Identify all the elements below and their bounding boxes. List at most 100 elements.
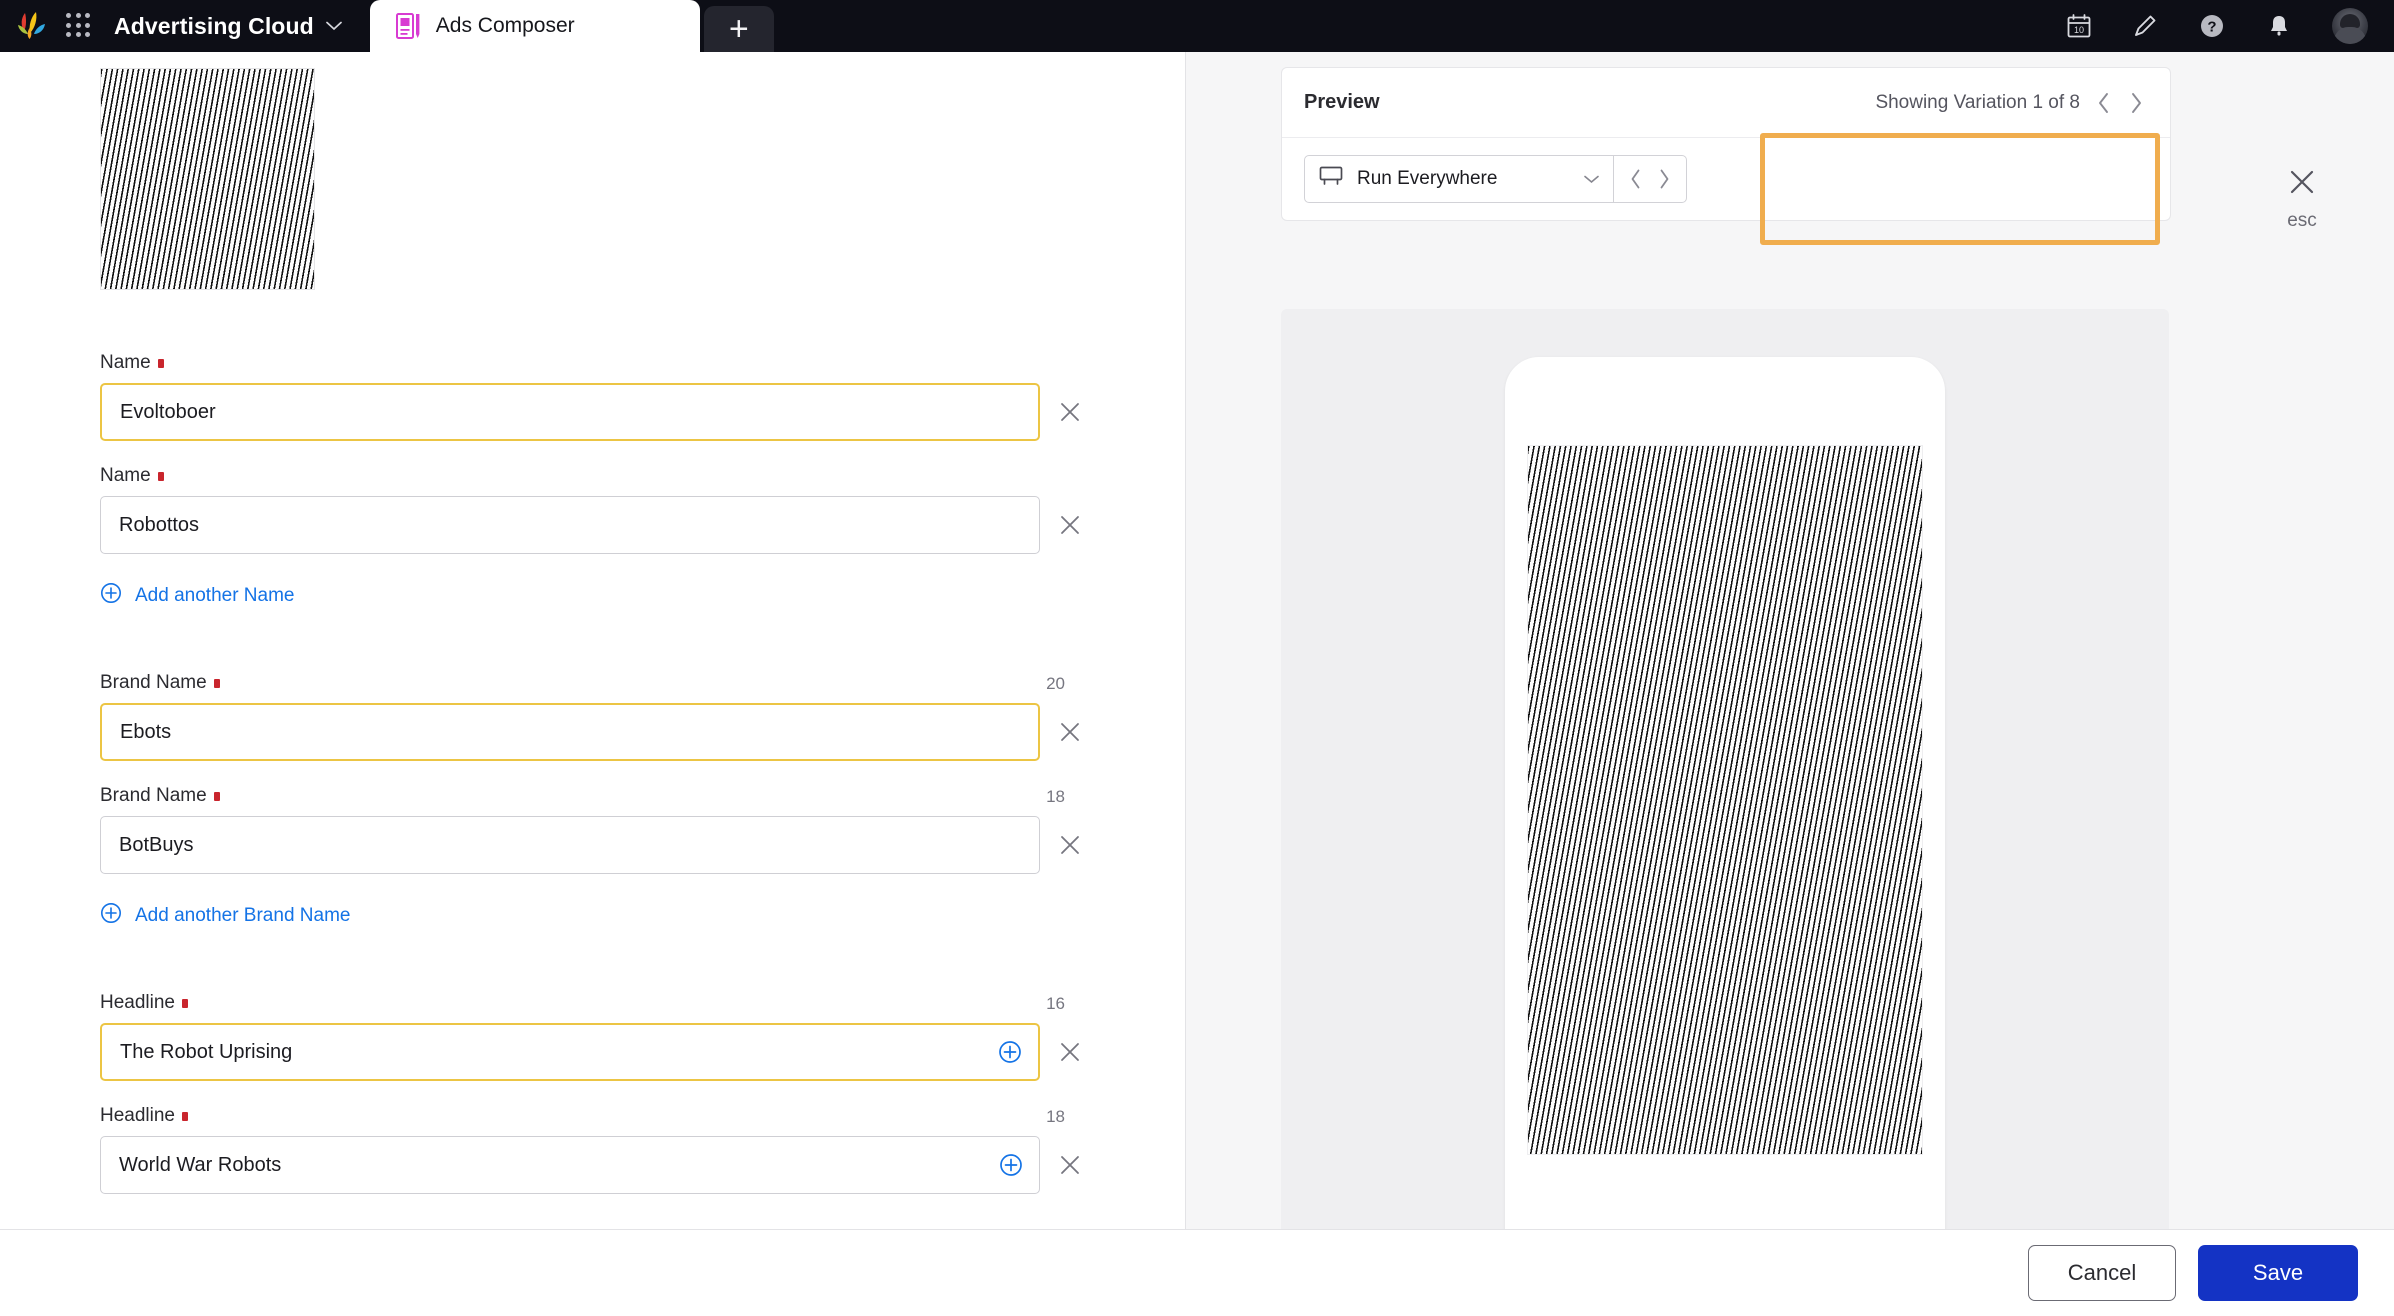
insert-token-icon[interactable] <box>998 1040 1022 1064</box>
field-input-row: Ebots <box>100 703 1100 761</box>
remove-field-button[interactable] <box>1040 703 1100 761</box>
field-label-text: Brand Name <box>100 672 207 693</box>
help-icon[interactable]: ? <box>2198 12 2226 40</box>
svg-text:?: ? <box>2207 19 2216 36</box>
variation-status: Showing Variation 1 of 8 <box>1875 91 2080 113</box>
field-label-row: Name <box>100 465 1065 487</box>
name-group: Name Evoltoboer Name Robottos Add another Na… <box>100 352 1100 610</box>
creative-thumbnail-image <box>101 69 314 289</box>
creative-thumbnail[interactable] <box>100 68 315 290</box>
field-input-row: The Robot Uprising <box>100 1023 1100 1081</box>
input-value: Robottos <box>119 513 200 536</box>
close-icon <box>2287 167 2317 202</box>
field-label: Name <box>100 352 164 374</box>
text-input[interactable]: BotBuys <box>100 816 1040 874</box>
form-field: Name Robottos <box>100 465 1100 554</box>
add-another-link[interactable]: Add another Name <box>100 582 1100 610</box>
asset-form: Name Evoltoboer Name Robottos Add another Na… <box>100 352 1100 1194</box>
remove-field-button[interactable] <box>1040 1136 1100 1194</box>
remove-field-button[interactable] <box>1040 1023 1100 1081</box>
edit-form-pane: Name Evoltoboer Name Robottos Add another Na… <box>0 52 1186 1229</box>
preview-title: Preview <box>1304 91 1380 113</box>
required-indicator <box>213 678 220 688</box>
field-label-row: Brand Name 20 <box>100 672 1065 694</box>
preview-creative-image <box>1528 446 1922 1154</box>
input-value: The Robot Uprising <box>120 1040 293 1063</box>
required-indicator <box>213 791 220 801</box>
field-label-text: Name <box>100 465 151 486</box>
placement-prev-button[interactable] <box>1629 168 1643 190</box>
required-indicator <box>182 998 188 1008</box>
headline-group: Headline 16 The Robot Uprising Headline 18 Wo… <box>100 992 1100 1194</box>
input-value: Evoltoboer <box>120 400 216 423</box>
field-label-row: Name <box>100 352 1065 374</box>
field-label-text: Name <box>100 352 151 373</box>
field-label-row: Headline 18 <box>100 1105 1065 1127</box>
svg-text:10: 10 <box>2074 25 2084 35</box>
remove-field-button[interactable] <box>1040 816 1100 874</box>
new-tab-button[interactable]: + <box>703 6 774 52</box>
add-another-label: Add another Brand Name <box>135 905 351 926</box>
text-input[interactable]: World War Robots <box>100 1136 1040 1194</box>
field-label: Brand Name <box>100 672 220 694</box>
preview-toolbar: Run Everywhere <box>1282 138 2170 220</box>
form-field: Headline 16 The Robot Uprising <box>100 992 1100 1081</box>
remove-field-button[interactable] <box>1040 496 1100 554</box>
text-input[interactable]: Evoltoboer <box>100 383 1040 441</box>
placement-select[interactable]: Run Everywhere <box>1304 155 1614 203</box>
character-counter: 16 <box>1046 994 1065 1013</box>
cancel-button[interactable]: Cancel <box>2028 1245 2176 1301</box>
cloud-name-label: Advertising Cloud <box>114 12 314 39</box>
remove-field-button[interactable] <box>1040 383 1100 441</box>
calendar-icon[interactable]: 10 <box>2066 13 2092 39</box>
field-label-text: Headline <box>100 1105 175 1126</box>
form-field: Brand Name 20 Ebots <box>100 672 1100 761</box>
esc-label: esc <box>2287 210 2317 231</box>
add-another-label: Add another Name <box>135 585 295 606</box>
field-input-row: Robottos <box>100 496 1100 554</box>
cloud-switcher[interactable]: Advertising Cloud <box>114 13 342 40</box>
text-input[interactable]: The Robot Uprising <box>100 1023 1040 1081</box>
chevron-down-icon <box>1584 172 1599 187</box>
chevron-down-icon <box>325 18 342 35</box>
field-input-row: Evoltoboer <box>100 383 1100 441</box>
placement-value: Run Everywhere <box>1357 168 1498 189</box>
preview-header: Preview Showing Variation 1 of 8 <box>1282 68 2170 138</box>
preview-stage <box>1281 309 2169 1271</box>
variation-prev-button[interactable] <box>2096 91 2112 115</box>
input-value: World War Robots <box>119 1153 282 1176</box>
bell-icon[interactable] <box>2266 13 2292 39</box>
top-bar: Advertising Cloud Ads Composer + 10 ? <box>0 0 2394 52</box>
field-input-row: World War Robots <box>100 1136 1100 1194</box>
app-grid-icon[interactable] <box>66 13 92 39</box>
placement-next-button[interactable] <box>1657 168 1671 190</box>
form-field: Name Evoltoboer <box>100 352 1100 441</box>
tab-ads-composer[interactable]: Ads Composer <box>369 0 700 52</box>
placement-nav <box>1614 155 1687 203</box>
add-another-link[interactable]: Add another Brand Name <box>100 902 1100 930</box>
insert-token-icon[interactable] <box>999 1153 1023 1177</box>
text-input[interactable]: Robottos <box>100 496 1040 554</box>
dialog-footer: Cancel Save <box>0 1229 2394 1316</box>
plus-icon: + <box>728 9 749 48</box>
close-dialog-button[interactable]: esc <box>2287 167 2317 232</box>
variation-next-button[interactable] <box>2128 91 2144 115</box>
field-label-text: Headline <box>100 992 175 1013</box>
required-indicator <box>157 471 164 481</box>
ads-composer-icon <box>395 12 422 40</box>
form-field: Brand Name 18 BotBuys <box>100 785 1100 874</box>
required-indicator <box>182 1111 188 1121</box>
field-label-text: Brand Name <box>100 785 207 806</box>
top-bar-left: Advertising Cloud <box>0 0 342 52</box>
character-counter: 20 <box>1046 674 1065 693</box>
billboard-icon <box>1319 165 1343 193</box>
adobe-splash-logo[interactable] <box>14 11 48 41</box>
text-input[interactable]: Ebots <box>100 703 1040 761</box>
form-field: Headline 18 World War Robots <box>100 1105 1100 1194</box>
save-button[interactable]: Save <box>2198 1245 2358 1301</box>
required-indicator <box>157 358 164 368</box>
avatar[interactable] <box>2332 8 2368 44</box>
plus-circle-icon <box>100 582 122 610</box>
pencil-icon[interactable] <box>2132 13 2158 39</box>
phone-screen <box>1527 445 1923 1155</box>
